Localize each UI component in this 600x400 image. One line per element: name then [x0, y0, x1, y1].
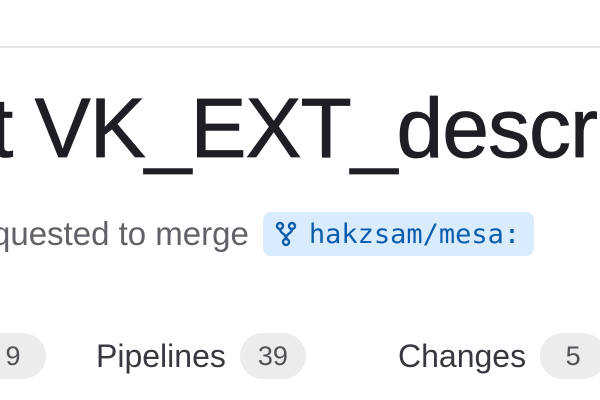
tab-pipelines-label: Pipelines: [96, 337, 226, 374]
source-branch-link[interactable]: hakzsam/mesa:: [262, 212, 535, 256]
fork-icon: [275, 221, 297, 247]
tab-changes[interactable]: Changes 5: [398, 330, 600, 382]
tab-commits[interactable]: 9: [0, 330, 46, 382]
merge-request-page: t VK_EXT_descrip quested to merge hakzsa…: [0, 0, 600, 400]
merge-request-title: t VK_EXT_descrip: [0, 81, 600, 175]
top-divider: [0, 46, 600, 48]
source-branch-name: hakzsam/mesa:: [308, 218, 521, 250]
merge-request-subheader: quested to merge hakzsam/mesa:: [0, 210, 535, 258]
pipelines-count-badge: 39: [239, 333, 306, 379]
requested-to-merge-text: quested to merge: [0, 215, 249, 252]
merge-request-tabs: 9 Pipelines 39 Changes 5: [0, 330, 600, 382]
changes-count-badge: 5: [540, 333, 600, 379]
tab-pipelines[interactable]: Pipelines 39: [96, 330, 306, 382]
commits-count-badge: 9: [0, 333, 46, 379]
tab-changes-label: Changes: [398, 337, 527, 374]
